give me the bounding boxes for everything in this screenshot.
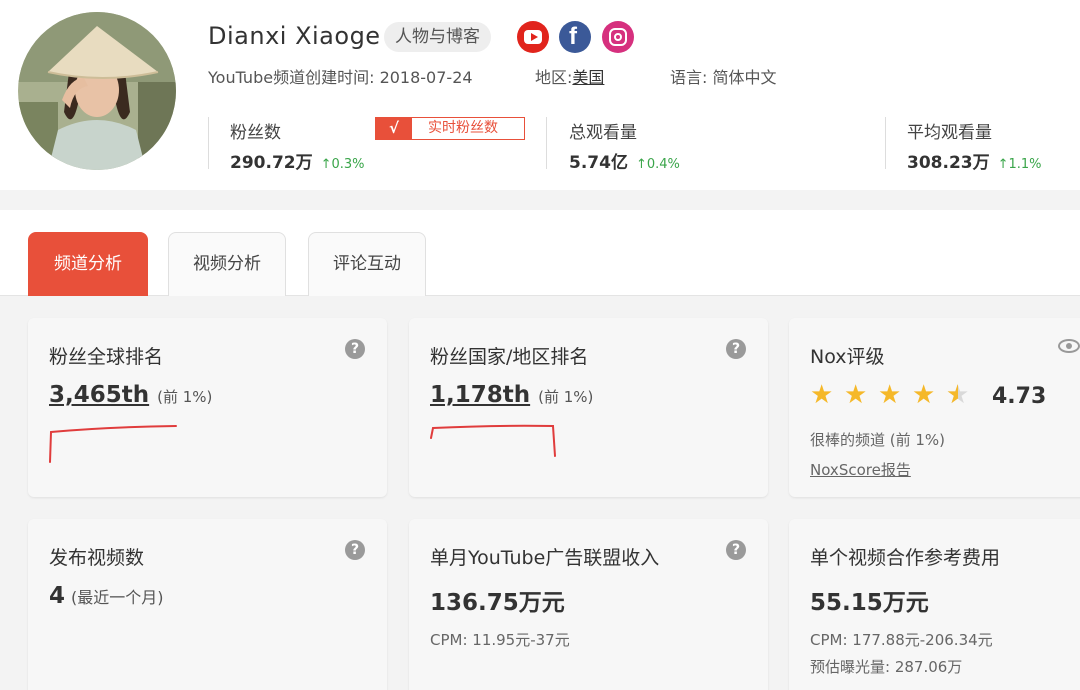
realtime-label: 实时粉丝数 <box>428 120 498 136</box>
noxscore-report-link[interactable]: NoxScore报告 <box>810 459 911 480</box>
realtime-subscribers-button[interactable]: √ 实时粉丝数 <box>375 117 525 140</box>
nox-score: 4.73 <box>992 384 1047 409</box>
avg-views-number: 308.23万 <box>907 153 990 173</box>
video-count-number: 4 <box>49 583 66 609</box>
global-rank-value[interactable]: 3,465th (前 1%) <box>49 382 212 408</box>
analysis-tabs: 频道分析 视频分析 评论互动 <box>0 210 1080 296</box>
stat-divider <box>885 117 886 169</box>
video-count-card: 发布视频数 ? 4 (最近一个月) <box>28 519 387 690</box>
nox-description: 很棒的频道 (前 1%) <box>810 431 946 449</box>
adsense-income-value: 136.75万元 <box>430 590 565 616</box>
global-rank-card: 粉丝全球排名 ? 3,465th (前 1%) <box>28 318 387 497</box>
created-label: YouTube频道创建时间: <box>208 68 375 87</box>
global-rank-number: 3,465th <box>49 382 150 408</box>
adsense-cpm: CPM: 11.95元-37元 <box>430 631 570 649</box>
tab-channel-analysis[interactable]: 频道分析 <box>28 232 148 296</box>
global-rank-note: (前 1%) <box>157 388 213 406</box>
subscribers-change: ↑0.3% <box>320 157 365 172</box>
channel-avatar[interactable] <box>18 12 176 170</box>
total-views-change: ↑0.4% <box>635 157 680 172</box>
language-value: 简体中文 <box>712 68 777 87</box>
star-icon: ★ <box>810 380 834 410</box>
star-icon: ★ <box>844 380 868 410</box>
language-info: 语言: 简体中文 <box>670 64 777 88</box>
region-label: 地区: <box>535 68 573 87</box>
tab-comment-interaction[interactable]: 评论互动 <box>308 232 426 296</box>
red-annotation-mark <box>49 425 177 463</box>
country-rank-title: 粉丝国家/地区排名 <box>430 346 589 368</box>
subscribers-value: 290.72万 ↑0.3% <box>230 148 365 173</box>
created-date: YouTube频道创建时间: 2018-07-24 <box>208 64 473 88</box>
avg-views-change: ↑1.1% <box>997 157 1042 172</box>
stat-divider <box>546 117 547 169</box>
adsense-income-title: 单月YouTube广告联盟收入 <box>430 547 660 569</box>
nox-rating-title: Nox评级 <box>810 346 885 368</box>
tab-video-analysis[interactable]: 视频分析 <box>168 232 286 296</box>
collab-fee-card: 单个视频合作参考费用 55.15万元 CPM: 177.88元-206.34元 … <box>789 519 1080 690</box>
country-rank-value[interactable]: 1,178th (前 1%) <box>430 382 593 408</box>
facebook-icon[interactable]: f <box>559 21 591 53</box>
global-rank-title: 粉丝全球排名 <box>49 346 164 368</box>
channel-name: Dianxi Xiaoge <box>208 22 381 50</box>
youtube-icon[interactable] <box>517 21 549 53</box>
red-annotation-mark <box>430 424 556 457</box>
nox-rating-card: Nox评级 ★ ★ ★ ★ ★★ 4.73 很棒的频道 (前 1%) NoxSc… <box>789 318 1080 497</box>
country-rank-number: 1,178th <box>430 382 531 408</box>
total-views-value: 5.74亿 ↑0.4% <box>569 148 680 173</box>
collab-fee-value: 55.15万元 <box>810 590 929 616</box>
collab-cpm: CPM: 177.88元-206.34元 <box>810 631 993 649</box>
region-link[interactable]: 美国 <box>572 68 604 87</box>
avg-views-label: 平均观看量 <box>907 123 992 143</box>
video-count-title: 发布视频数 <box>49 547 145 569</box>
created-value: 2018-07-24 <box>379 68 473 87</box>
help-icon[interactable]: ? <box>345 339 365 359</box>
stat-divider <box>208 117 209 169</box>
half-star-icon: ★★ <box>946 380 970 410</box>
star-icon: ★ <box>912 380 936 410</box>
adsense-income-card: 单月YouTube广告联盟收入 ? 136.75万元 CPM: 11.95元-3… <box>409 519 768 690</box>
subscribers-number: 290.72万 <box>230 153 313 173</box>
total-views-number: 5.74亿 <box>569 153 628 173</box>
eye-icon[interactable] <box>1058 339 1080 353</box>
collab-fee-title: 单个视频合作参考费用 <box>810 547 1001 569</box>
region-info: 地区:美国 <box>535 64 604 88</box>
star-icon: ★ <box>878 380 902 410</box>
country-rank-card: 粉丝国家/地区排名 ? 1,178th (前 1%) <box>409 318 768 497</box>
video-count-value: 4 (最近一个月) <box>49 583 164 609</box>
channel-header: Dianxi Xiaoge 人物与博客 f YouTube频道创建时间: 201… <box>0 0 1080 190</box>
country-rank-note: (前 1%) <box>538 388 594 406</box>
realtime-check-icon: √ <box>376 118 412 139</box>
instagram-icon[interactable] <box>602 21 634 53</box>
avg-views-value: 308.23万 ↑1.1% <box>907 148 1042 173</box>
help-icon[interactable]: ? <box>345 540 365 560</box>
category-tag[interactable]: 人物与博客 <box>384 22 491 52</box>
help-icon[interactable]: ? <box>726 540 746 560</box>
video-count-note: (最近一个月) <box>71 588 164 607</box>
collab-exposure: 预估曝光量: 287.06万 <box>810 658 963 676</box>
subscribers-label: 粉丝数 <box>230 123 281 143</box>
total-views-label: 总观看量 <box>569 123 637 143</box>
help-icon[interactable]: ? <box>726 339 746 359</box>
language-label: 语言: <box>670 68 708 87</box>
